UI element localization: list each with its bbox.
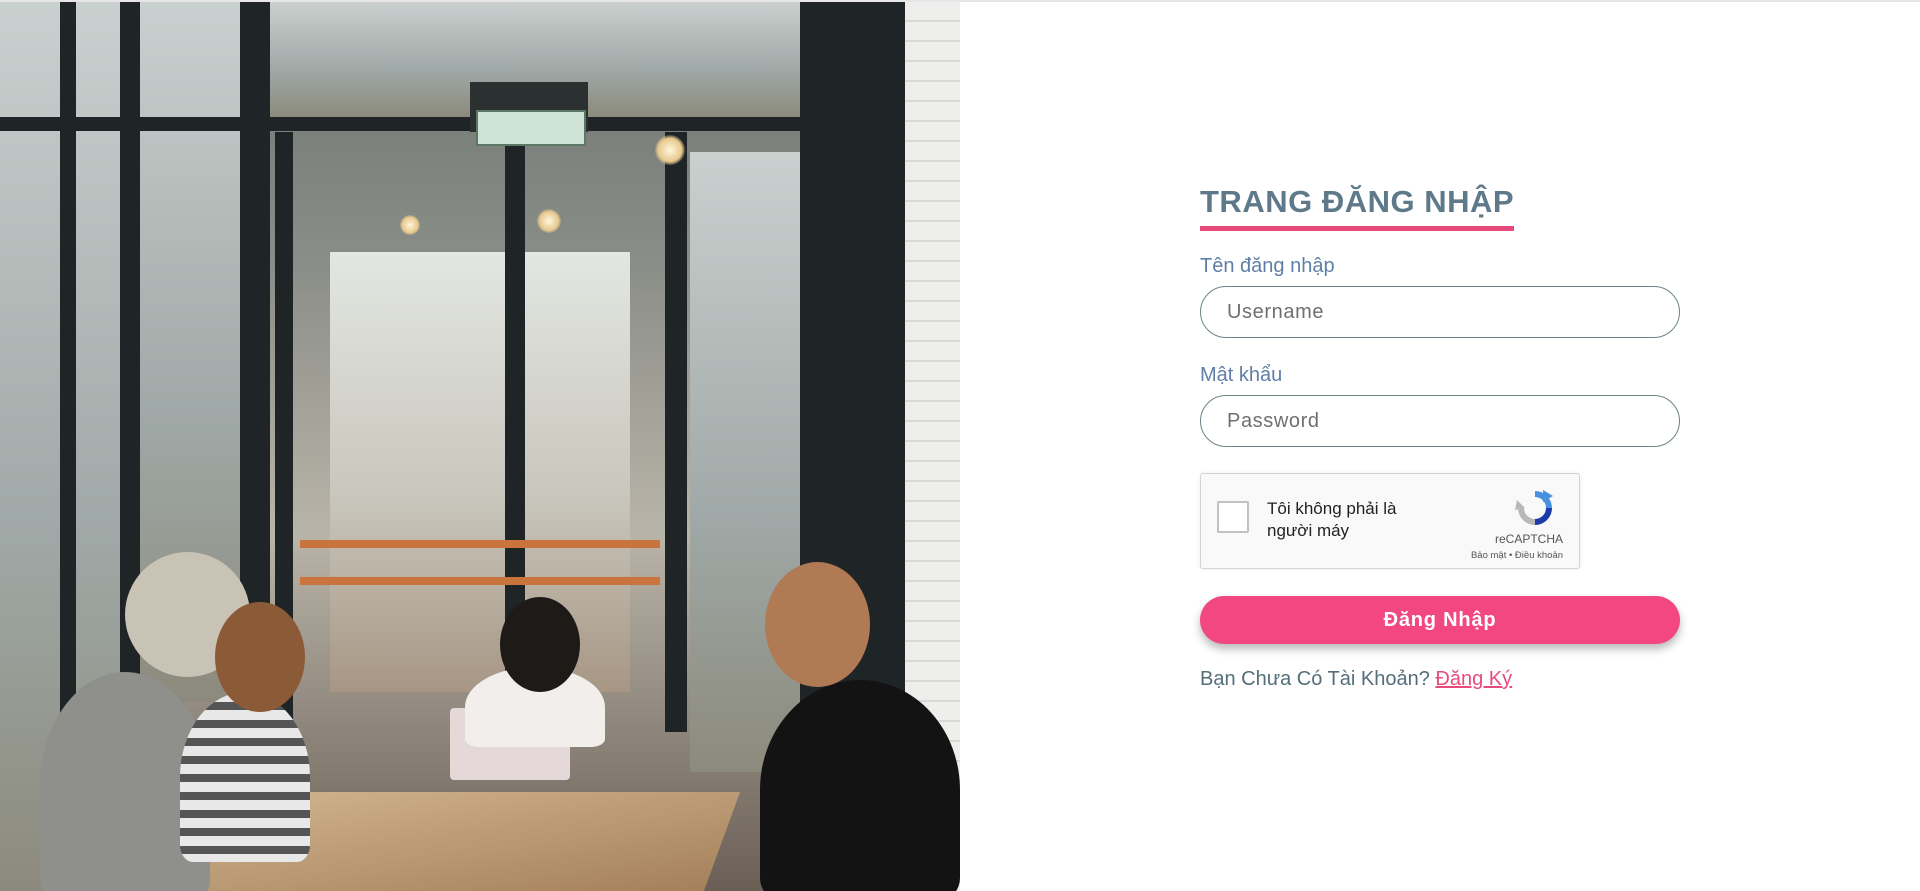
recaptcha-checkbox[interactable] <box>1217 501 1249 533</box>
hero-person-3-head <box>500 597 580 692</box>
hero-rail <box>300 540 660 548</box>
hero-person-2-head <box>215 602 305 712</box>
password-input[interactable] <box>1200 395 1680 447</box>
hero-person-4 <box>760 680 960 891</box>
hero-frame <box>665 132 687 732</box>
hero-person-2 <box>180 692 310 862</box>
username-label: Tên đăng nhập <box>1200 255 1335 277</box>
hero-person-4-head <box>765 562 870 687</box>
register-prompt-line: Bạn Chưa Có Tài Khoản? Đăng Ký <box>1200 668 1680 691</box>
recaptcha-privacy-terms[interactable]: Bảo mật • Điều khoản <box>1471 550 1563 561</box>
hero-beam <box>0 117 800 131</box>
hero-corridor <box>330 252 630 692</box>
hero-lamp <box>400 215 420 235</box>
hero-exit-sign <box>470 82 588 146</box>
login-form: TRANG ĐĂNG NHẬP Tên đăng nhập Mật khẩu T… <box>1200 180 1680 691</box>
hero-door-glass <box>690 152 800 772</box>
password-label: Mật khẩu <box>1200 364 1283 386</box>
username-input[interactable] <box>1200 286 1680 338</box>
recaptcha-logo-icon <box>1515 490 1553 525</box>
register-prompt: Bạn Chưa Có Tài Khoản? <box>1200 668 1430 690</box>
login-button[interactable]: Đăng Nhập <box>1200 596 1680 644</box>
recaptcha-label: Tôi không phải là người máy <box>1267 499 1397 540</box>
hero-lamp <box>655 135 685 165</box>
recaptcha-widget: Tôi không phải là người máy reCAPTCHA Bả… <box>1200 473 1580 569</box>
hero-lamp <box>537 209 561 233</box>
recaptcha-brand: reCAPTCHA <box>1494 532 1563 546</box>
hero-rail <box>300 577 660 585</box>
hero-office-photo <box>0 2 960 891</box>
page-title: TRANG ĐĂNG NHẬP <box>1200 180 1515 231</box>
register-link[interactable]: Đăng Ký <box>1435 668 1512 690</box>
